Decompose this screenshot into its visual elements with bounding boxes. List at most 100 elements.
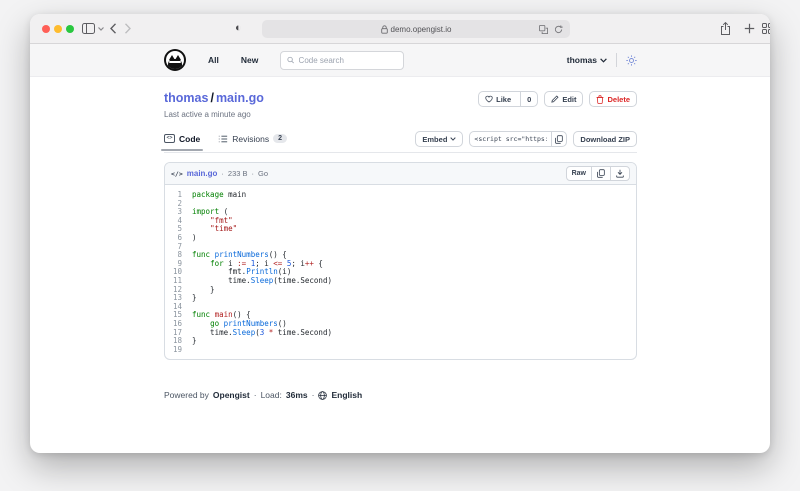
download-file-button[interactable] xyxy=(610,166,630,181)
line-content: } xyxy=(192,337,197,346)
tab-overview-icon[interactable] xyxy=(762,23,770,34)
code-line: 11 time.Sleep(time.Second) xyxy=(165,277,636,286)
file-lang-dot: · xyxy=(252,169,255,178)
search-icon xyxy=(287,56,294,64)
opengist-logo-icon[interactable] xyxy=(164,49,186,71)
line-number[interactable]: 19 xyxy=(165,346,192,355)
new-tab-icon[interactable] xyxy=(744,23,755,34)
nav-new[interactable]: New xyxy=(241,55,258,65)
delete-label: Delete xyxy=(607,95,630,104)
code-line: 13} xyxy=(165,294,636,303)
translate-icon[interactable] xyxy=(539,25,548,34)
load-label: Load: xyxy=(261,390,282,400)
download-zip-button[interactable]: Download ZIP xyxy=(573,131,637,147)
heart-icon xyxy=(485,95,493,103)
load-value: 36ms xyxy=(286,390,308,400)
line-content: package main xyxy=(192,191,246,200)
file-language: Go xyxy=(258,169,268,178)
line-content: ) xyxy=(192,234,197,243)
raw-button[interactable]: Raw xyxy=(566,166,592,181)
line-content: "time" xyxy=(192,225,237,234)
owner-link[interactable]: thomas xyxy=(164,91,208,105)
theme-toggle-sun-icon[interactable] xyxy=(626,55,637,66)
code-lines: 1package main23import (4 "fmt"5 "time"6)… xyxy=(165,185,636,359)
edit-button[interactable]: Edit xyxy=(544,91,583,107)
like-count: 0 xyxy=(520,92,537,106)
sidebar-icon[interactable] xyxy=(82,23,95,34)
browser-window: ◐ demo.opengist.io xyxy=(30,14,770,453)
page-title: thomas/main.go xyxy=(164,91,264,106)
copy-file-button[interactable] xyxy=(591,166,611,181)
minimize-window-button[interactable] xyxy=(54,25,62,33)
nav-all[interactable]: All xyxy=(208,55,219,65)
line-content: time.Sleep(3 * time.Second) xyxy=(192,329,332,338)
file-size: 233 B xyxy=(228,169,248,178)
file-card-header: </> main.go · 233 B · Go Raw xyxy=(165,163,636,185)
privacy-shield-icon[interactable]: ◐ xyxy=(235,23,242,34)
trash-icon xyxy=(596,95,604,104)
clipboard-icon xyxy=(597,169,605,178)
list-icon xyxy=(218,135,228,143)
sidebar-chevron-icon[interactable] xyxy=(98,27,104,31)
copy-embed-button[interactable] xyxy=(551,131,567,147)
close-window-button[interactable] xyxy=(42,25,50,33)
search-input[interactable] xyxy=(299,56,398,65)
delete-button[interactable]: Delete xyxy=(589,91,637,107)
last-active-text: Last active a minute ago xyxy=(164,110,264,119)
code-tab-icon: <> xyxy=(164,134,175,143)
pencil-icon xyxy=(551,95,559,103)
code-line: 1package main xyxy=(165,191,636,200)
site-header: All New thomas xyxy=(30,44,770,77)
code-line: 19 xyxy=(165,346,636,355)
download-icon xyxy=(616,169,624,178)
url-text: demo.opengist.io xyxy=(391,25,452,34)
code-line: 2 xyxy=(165,200,636,209)
reload-icon[interactable] xyxy=(554,25,563,34)
code-line: 3import ( xyxy=(165,208,636,217)
share-icon[interactable] xyxy=(720,22,731,35)
like-label: Like xyxy=(496,95,511,104)
chevron-down-icon xyxy=(450,137,456,141)
tab-revisions-label: Revisions xyxy=(232,134,269,144)
line-content: } xyxy=(192,294,197,303)
revisions-count-badge: 2 xyxy=(273,134,287,143)
browser-chrome: ◐ demo.opengist.io xyxy=(30,14,770,44)
tab-code-label: Code xyxy=(179,134,200,144)
tab-revisions[interactable]: Revisions 2 xyxy=(218,134,287,150)
title-separator: / xyxy=(208,91,215,105)
code-line: 5 "time" xyxy=(165,225,636,234)
back-icon[interactable] xyxy=(110,23,117,34)
clipboard-icon xyxy=(555,135,563,144)
chevron-down-icon xyxy=(600,58,607,63)
globe-icon xyxy=(318,391,327,400)
lock-icon xyxy=(381,25,388,34)
tab-code[interactable]: <> Code xyxy=(164,134,200,150)
footer-dot: · xyxy=(254,390,257,400)
embed-dropdown-button[interactable]: Embed xyxy=(415,131,463,147)
address-bar[interactable]: demo.opengist.io xyxy=(262,20,570,38)
code-search-box[interactable] xyxy=(280,51,404,70)
tabs-divider xyxy=(164,152,637,153)
file-name-link[interactable]: main.go xyxy=(187,169,218,178)
user-name: thomas xyxy=(567,55,597,65)
code-line: 6) xyxy=(165,234,636,243)
code-line: 17 time.Sleep(3 * time.Second) xyxy=(165,329,636,338)
edit-label: Edit xyxy=(562,95,576,104)
language-selector[interactable]: English xyxy=(331,390,362,400)
code-line: 12 } xyxy=(165,286,636,295)
forward-icon[interactable] xyxy=(124,23,131,34)
powered-by-text: Powered by xyxy=(164,390,209,400)
download-zip-label: Download ZIP xyxy=(580,135,630,144)
footer: Powered by Opengist · Load: 36ms · Engli… xyxy=(164,390,637,400)
file-code-icon: </> xyxy=(171,170,183,178)
footer-dot: · xyxy=(312,390,315,400)
embed-label: Embed xyxy=(422,135,447,144)
gist-link[interactable]: main.go xyxy=(216,91,264,105)
embed-script-input[interactable] xyxy=(469,131,551,147)
file-card: </> main.go · 233 B · Go Raw xyxy=(164,162,637,360)
user-menu[interactable]: thomas xyxy=(567,55,607,65)
brand-link[interactable]: Opengist xyxy=(213,390,250,400)
zoom-window-button[interactable] xyxy=(66,25,74,33)
header-divider xyxy=(616,53,617,67)
like-button[interactable]: Like 0 xyxy=(478,91,538,107)
